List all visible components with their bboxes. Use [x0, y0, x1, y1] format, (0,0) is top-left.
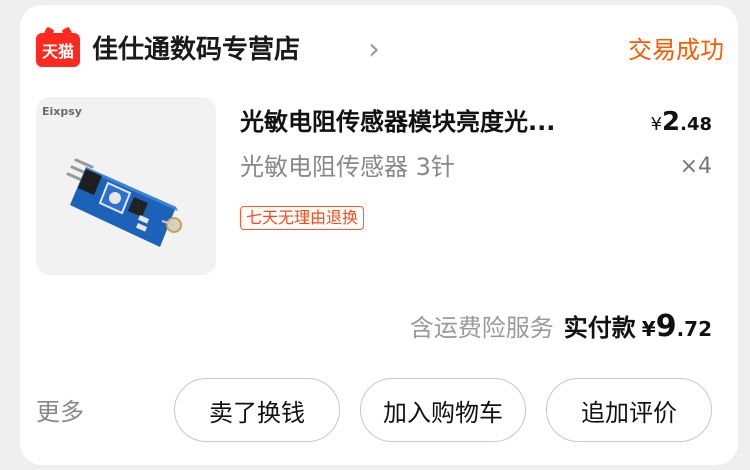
- sensor-module-illustration: [66, 158, 182, 247]
- insurance-note: 含运费险服务: [409, 314, 554, 342]
- order-status: 交易成功: [628, 36, 724, 64]
- tmall-logo: 天猫: [36, 33, 80, 67]
- return-policy-tag: 七天无理由退换: [240, 206, 365, 230]
- paid-amount-label: 实付款: [563, 314, 636, 342]
- price-decimal: .48: [680, 114, 712, 135]
- tmall-logo-text: 天猫: [41, 42, 74, 61]
- chevron-right-icon[interactable]: ›: [368, 33, 380, 67]
- shop-name[interactable]: 佳仕通数码专营店: [92, 31, 300, 69]
- total-integer: 9: [655, 309, 677, 344]
- price-currency: ¥: [650, 114, 663, 135]
- more-button[interactable]: 更多: [36, 395, 84, 429]
- total-decimal: .72: [676, 317, 712, 341]
- quantity: ×4: [679, 154, 712, 179]
- add-to-cart-button[interactable]: 加入购物车: [360, 378, 526, 442]
- product-image[interactable]: Eixpsy: [36, 97, 216, 275]
- price-integer: 2: [662, 107, 681, 137]
- product-title[interactable]: 光敏电阻传感器模块亮度光...: [240, 105, 620, 139]
- unit-price: ¥2.48: [651, 105, 712, 142]
- shop-header[interactable]: 天猫 佳仕通数码专营店 › 交易成功: [36, 29, 724, 71]
- product-image-brand: Eixpsy: [42, 105, 82, 118]
- add-review-button[interactable]: 追加评价: [546, 378, 712, 442]
- order-card[interactable]: 天猫 佳仕通数码专营店 › 交易成功 Eixpsy 光敏电阻传感器模块亮度光..…: [20, 5, 738, 465]
- sell-button[interactable]: 卖了换钱: [174, 378, 340, 442]
- total-currency: ¥: [641, 317, 656, 341]
- total-row: 含运费险服务 实付款 ¥9.72: [410, 307, 712, 351]
- product-spec: 光敏电阻传感器 3针: [240, 153, 455, 181]
